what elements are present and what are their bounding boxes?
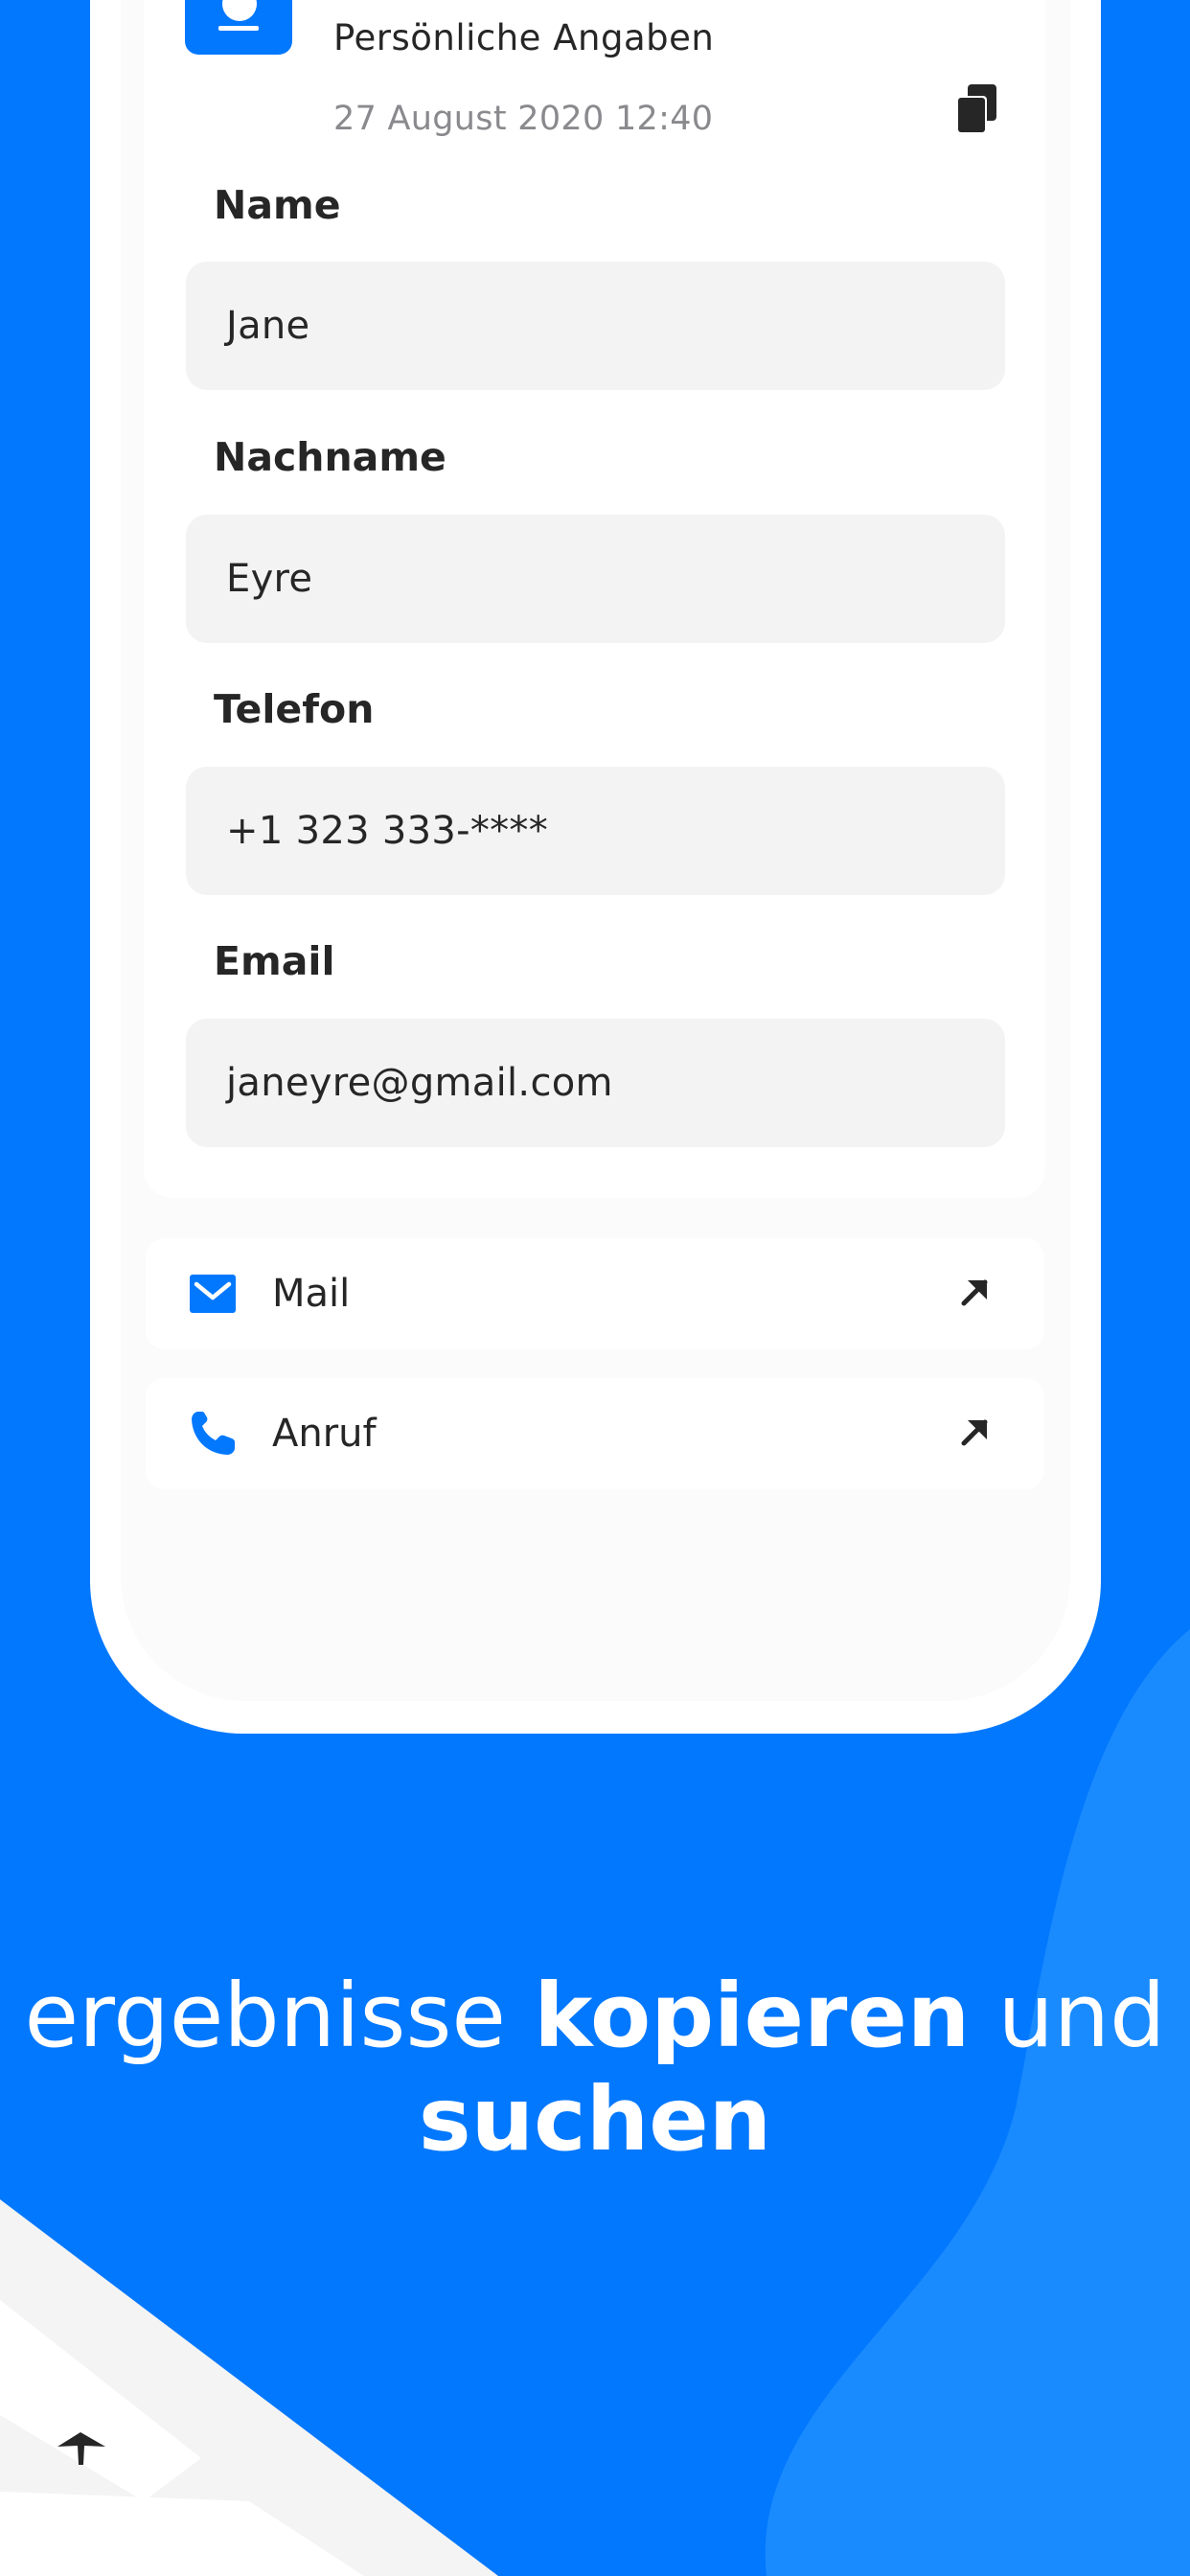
mail-icon: [190, 1275, 236, 1313]
contact-icon: [185, 0, 292, 55]
phone-icon: [192, 1412, 235, 1455]
headline-part3: und: [970, 1965, 1166, 2067]
headline-part4: suchen: [418, 2068, 772, 2171]
headline-part2: kopieren: [534, 1965, 971, 2067]
mail-action[interactable]: Mail: [146, 1238, 1044, 1349]
secondary-phone-preview: [0, 2199, 498, 2576]
email-value: janeyre@gmail.com: [226, 1061, 613, 1105]
section-title: Persönliche Angaben: [333, 17, 715, 58]
name-value: Jane: [226, 304, 310, 348]
mail-label: Mail: [272, 1272, 351, 1316]
name-field[interactable]: Jane: [186, 262, 1005, 390]
promo-headline: ergebnisse kopieren und suchen: [0, 1965, 1190, 2172]
field-label-phone: Telefon: [214, 686, 375, 732]
call-action[interactable]: Anruf: [146, 1378, 1044, 1489]
field-label-name: Name: [214, 182, 341, 228]
copy-icon[interactable]: [954, 84, 1000, 134]
external-arrow-icon: [961, 1419, 988, 1446]
field-label-email: Email: [214, 938, 335, 984]
call-label: Anruf: [272, 1412, 377, 1456]
email-field[interactable]: janeyre@gmail.com: [186, 1019, 1005, 1147]
navigation-arrow-icon: [57, 2432, 105, 2465]
lastname-field[interactable]: Eyre: [186, 515, 1005, 643]
phone-value: +1 323 333-****: [226, 809, 549, 853]
field-label-lastname: Nachname: [214, 434, 446, 480]
headline-part1: ergebnisse: [24, 1965, 535, 2067]
phone-field[interactable]: +1 323 333-****: [186, 767, 1005, 895]
external-arrow-icon: [961, 1279, 988, 1306]
lastname-value: Eyre: [226, 557, 313, 601]
timestamp: 27 August 2020 12:40: [333, 100, 714, 138]
